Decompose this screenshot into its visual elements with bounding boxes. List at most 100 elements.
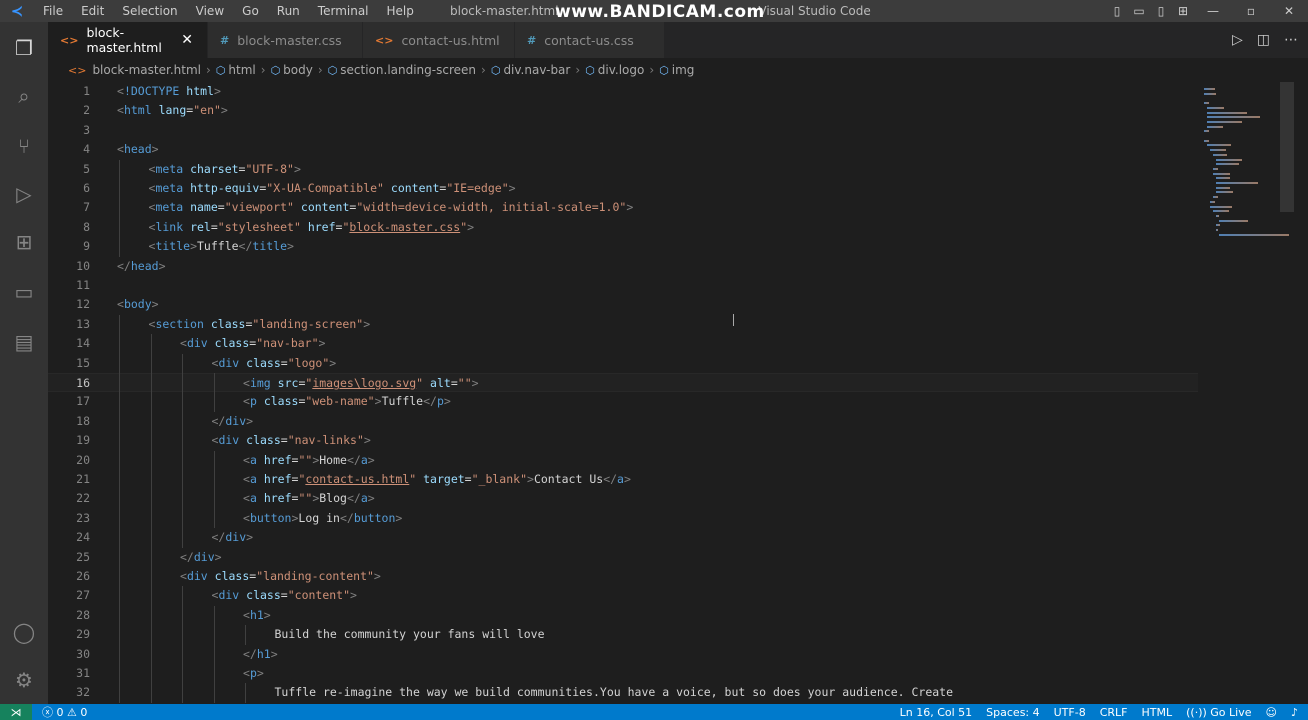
remote-explorer-icon[interactable]: ▭ <box>10 278 38 306</box>
code-line[interactable]: 30 </h1> <box>48 645 1198 664</box>
code-line[interactable]: 8 <link rel="stylesheet" href="block-mast… <box>48 218 1198 237</box>
menu-help[interactable]: Help <box>378 0 423 22</box>
breadcrumb-item[interactable]: html <box>228 63 255 77</box>
menu-selection[interactable]: Selection <box>113 0 186 22</box>
code-token: body <box>123 297 152 312</box>
code-token: href <box>263 491 292 506</box>
indentation[interactable]: Spaces: 4 <box>986 706 1039 719</box>
code-editor[interactable]: 1 <!DOCTYPE html> 2 <html lang="en"> 3 4 <head… <box>48 82 1198 704</box>
code-line[interactable]: 14 <div class="nav-bar"> <box>48 334 1198 353</box>
code-line[interactable]: 20 <a href="">Home</a> <box>48 451 1198 470</box>
code-line[interactable]: 22 <a href="">Blog</a> <box>48 489 1198 508</box>
notifications-icon[interactable]: ♪ <box>1291 706 1298 719</box>
code-line[interactable]: 9 <title>Tuffle</title> <box>48 237 1198 256</box>
code-token: < <box>243 666 250 680</box>
minimap-line <box>1216 182 1258 184</box>
close-tab-icon[interactable]: ✕ <box>181 32 193 48</box>
tab-block-master-html[interactable]: <> block-master.html ✕ <box>48 22 208 58</box>
code-line[interactable]: 13 <section class="landing-screen"> <box>48 315 1198 334</box>
code-token: Home <box>319 452 347 467</box>
minimap-line <box>1204 130 1210 133</box>
code-line[interactable]: 28 <h1> <box>48 606 1198 625</box>
code-token: </ <box>117 258 131 273</box>
code-line[interactable]: 5 <meta charset="UTF-8"> <box>48 160 1198 179</box>
code-line[interactable]: 10 </head> <box>48 257 1198 276</box>
menu-view[interactable]: View <box>187 0 233 22</box>
code-line[interactable]: 1 <!DOCTYPE html> <box>48 82 1198 101</box>
code-token: </ <box>346 452 361 467</box>
breadcrumb-item[interactable]: div.logo <box>598 63 645 77</box>
code-line[interactable]: 4 <head> <box>48 140 1198 159</box>
code-line[interactable]: 3 <box>48 121 1198 140</box>
encoding[interactable]: UTF-8 <box>1054 706 1086 719</box>
breadcrumb-item[interactable]: div.nav-bar <box>503 63 570 77</box>
breadcrumb-item[interactable]: body <box>283 63 313 77</box>
tab-block-master-css[interactable]: # block-master.css <box>208 22 363 58</box>
breadcrumb-item[interactable]: block-master.html <box>92 63 201 77</box>
maximize-button[interactable]: ▫ <box>1232 4 1270 18</box>
code-line[interactable]: 25 </div> <box>48 548 1198 567</box>
menu-go[interactable]: Go <box>233 0 268 22</box>
menu-edit[interactable]: Edit <box>72 0 113 22</box>
code-line[interactable]: 29 Build the community your fans will lov… <box>48 625 1198 644</box>
breadcrumb-item[interactable]: img <box>672 63 695 77</box>
run-debug-icon[interactable]: ▷ <box>10 180 38 208</box>
vertical-scrollbar[interactable] <box>1280 82 1294 212</box>
tab-contact-us-html[interactable]: <> contact-us.html <box>363 22 515 58</box>
code-line[interactable]: 31 <p> <box>48 664 1198 683</box>
language-mode[interactable]: HTML <box>1141 706 1172 719</box>
tab-contact-us-css[interactable]: # contact-us.css <box>515 22 665 58</box>
search-icon[interactable]: ⌕ <box>10 82 38 110</box>
breadcrumb-item[interactable]: section.landing-screen <box>340 63 476 77</box>
code-line[interactable]: 18 </div> <box>48 412 1198 431</box>
settings-gear-icon[interactable]: ⚙ <box>10 666 38 694</box>
menu-terminal[interactable]: Terminal <box>309 0 378 22</box>
code-line[interactable]: 27 <div class="content"> <box>48 586 1198 605</box>
notebook-icon[interactable]: ▤ <box>10 328 38 356</box>
source-control-icon[interactable]: ⑂ <box>10 132 38 160</box>
code-line[interactable]: 24 </div> <box>48 528 1198 547</box>
layout-secondary-icon[interactable]: ▯ <box>1150 4 1172 18</box>
code-line[interactable]: 11 <box>48 276 1198 295</box>
code-token: button <box>249 510 292 525</box>
code-line[interactable]: 26 <div class="landing-content"> <box>48 567 1198 586</box>
customize-layout-icon[interactable]: ⊞ <box>1172 4 1194 18</box>
code-line[interactable]: 19 <div class="nav-links"> <box>48 431 1198 450</box>
code-line[interactable]: 17 <p class="web-name">Tuffle</p> <box>48 392 1198 411</box>
minimize-button[interactable]: — <box>1194 4 1232 18</box>
code-line[interactable]: 6 <meta http-equiv="X-UA-Compatible" cont… <box>48 179 1198 198</box>
feedback-icon[interactable]: ☺ <box>1266 706 1277 719</box>
remote-indicator[interactable]: ⋊ <box>0 704 32 720</box>
code-line[interactable]: 21 <a href="contact-us.html" target="_bla… <box>48 470 1198 489</box>
menu-file[interactable]: File <box>34 0 72 22</box>
end-of-line[interactable]: CRLF <box>1100 706 1128 719</box>
layout-sidebar-icon[interactable]: ▯ <box>1106 4 1128 18</box>
run-icon[interactable]: ▷ <box>1232 32 1243 48</box>
code-line[interactable]: 32 Tuffle re-imagine the way we build com… <box>48 683 1198 702</box>
layout-panel-icon[interactable]: ▭ <box>1128 4 1150 18</box>
minimap[interactable] <box>1200 82 1289 252</box>
problems-indicator[interactable]: ⓧ 0 ⚠ 0 <box>42 704 87 720</box>
line-number: 27 <box>76 588 90 603</box>
code-line[interactable]: 23 <button>Log in</button> <box>48 509 1198 528</box>
account-icon[interactable]: ◯ <box>10 618 38 646</box>
code-line[interactable]: 16 <img src="images\logo.svg" alt=""> <box>48 373 1198 393</box>
code-line[interactable]: 7 <meta name="viewport" content="width=de… <box>48 198 1198 217</box>
minimap-line <box>1204 102 1209 105</box>
more-actions-icon[interactable]: ⋯ <box>1284 32 1298 48</box>
code-line[interactable]: 12 <body> <box>48 295 1198 314</box>
close-window-button[interactable]: ✕ <box>1270 4 1308 18</box>
cursor-position[interactable]: Ln 16, Col 51 <box>900 706 973 719</box>
code-token: "landing-screen" <box>252 316 364 331</box>
code-token: < <box>117 84 124 98</box>
code-token: > <box>443 394 451 409</box>
code-line[interactable]: 2 <html lang="en"> <box>48 101 1198 120</box>
split-editor-icon[interactable]: ◫ <box>1257 32 1270 48</box>
menu-run[interactable]: Run <box>268 0 309 22</box>
editor-tabs: <> block-master.html ✕ # block-master.css <> c… <box>48 22 1308 58</box>
explorer-icon[interactable]: ❐ <box>10 34 38 62</box>
indent-guide <box>182 664 183 684</box>
go-live-button[interactable]: ((·)) Go Live <box>1186 706 1251 719</box>
code-line[interactable]: 15 <div class="logo"> <box>48 354 1198 373</box>
extensions-icon[interactable]: ⊞ <box>10 228 38 256</box>
